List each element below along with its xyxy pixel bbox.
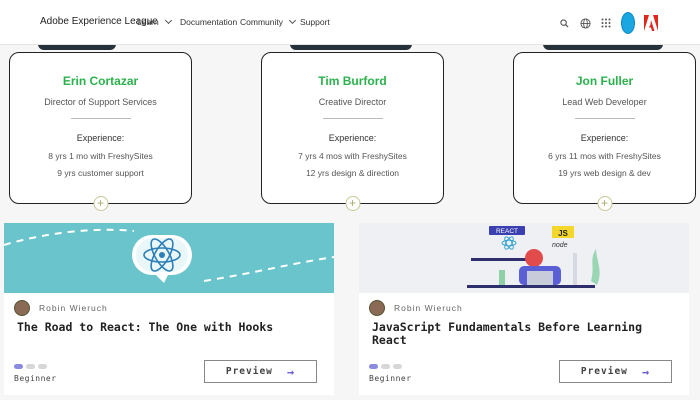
team-card: Tim Burford Creative Director Experience…	[261, 52, 444, 211]
experience-line: 12 yrs design & direction	[305, 168, 400, 178]
banner-js-label: JS	[558, 229, 568, 238]
nav-community[interactable]: Community	[240, 16, 297, 27]
member-name: Erin Cortazar	[62, 74, 139, 88]
course-level: Beginner	[14, 374, 57, 383]
course-banner	[4, 223, 334, 293]
nav-documentation[interactable]: Documentation	[180, 17, 237, 27]
member-role: Lead Web Developer	[562, 97, 647, 107]
divider	[574, 118, 635, 119]
preview-label: Preview	[580, 366, 628, 377]
author-name: Robin Wieruch	[394, 303, 463, 313]
member-name: Jon Fuller	[575, 74, 634, 88]
member-name: Tim Burford	[318, 74, 387, 88]
author-avatar	[369, 300, 385, 316]
course-level: Beginner	[369, 374, 412, 383]
globe-icon[interactable]	[579, 17, 591, 29]
difficulty-indicator	[369, 364, 402, 369]
team-card: Erin Cortazar Director of Support Servic…	[9, 52, 192, 211]
course-card[interactable]: Robin Wieruch The Road to React: The One…	[4, 223, 334, 395]
chevron-down-icon	[164, 16, 172, 25]
author-row: Robin Wieruch	[14, 300, 108, 316]
arrow-right-icon: →	[641, 364, 651, 379]
member-role: Director of Support Services	[44, 97, 157, 107]
difficulty-indicator	[14, 364, 47, 369]
experience-line: 8 yrs 1 mo with FreshySites	[48, 151, 153, 161]
preview-button[interactable]: Preview →	[204, 360, 317, 383]
member-role: Creative Director	[318, 97, 387, 107]
experience-heading: Experience:	[328, 133, 377, 143]
team-card: Jon Fuller Lead Web Developer Experience…	[513, 52, 696, 211]
preview-label: Preview	[225, 366, 273, 377]
experience-heading: Experience:	[76, 133, 125, 143]
experience-line: 19 yrs web design & dev	[558, 168, 651, 178]
adobe-logo-icon[interactable]	[644, 15, 658, 31]
expand-plus-icon[interactable]: +	[345, 196, 360, 211]
nav-support-label: Support	[300, 17, 330, 27]
divider	[70, 118, 131, 119]
divider	[322, 118, 383, 119]
chevron-down-icon	[288, 16, 297, 25]
expand-plus-icon[interactable]: +	[597, 196, 612, 211]
preview-button[interactable]: Preview →	[559, 360, 672, 383]
apps-grid-icon[interactable]	[600, 17, 612, 29]
nav-learn[interactable]: Learn	[137, 16, 172, 27]
arrow-right-icon: →	[286, 364, 296, 379]
experience-line: 9 yrs customer support	[57, 168, 144, 178]
course-title[interactable]: JavaScript Fundamentals Before Learning …	[372, 321, 672, 347]
search-icon[interactable]	[558, 17, 570, 29]
nav-documentation-label: Documentation	[180, 17, 238, 27]
user-avatar[interactable]	[621, 12, 635, 34]
author-row: Robin Wieruch	[369, 300, 463, 316]
banner-node-label: node	[552, 242, 568, 249]
experience-line: 6 yrs 11 mos with FreshySites	[548, 151, 661, 161]
course-card[interactable]: REACT JS node Robin Wieruch JavaScript F…	[359, 223, 689, 395]
course-title[interactable]: The Road to React: The One with Hooks	[17, 321, 317, 334]
banner-react-label: REACT	[496, 228, 518, 235]
author-avatar	[14, 300, 30, 316]
expand-plus-icon[interactable]: +	[93, 196, 108, 211]
top-navigation: Adobe Experience League Learn Documentat…	[0, 0, 700, 45]
nav-support[interactable]: Support	[300, 17, 330, 27]
experience-heading: Experience:	[580, 133, 629, 143]
course-banner: REACT JS node	[359, 223, 689, 293]
nav-learn-label: Learn	[137, 17, 159, 27]
author-name: Robin Wieruch	[39, 303, 108, 313]
experience-line: 7 yrs 4 mos with FreshySites	[298, 151, 407, 161]
nav-community-label: Community	[240, 17, 283, 27]
